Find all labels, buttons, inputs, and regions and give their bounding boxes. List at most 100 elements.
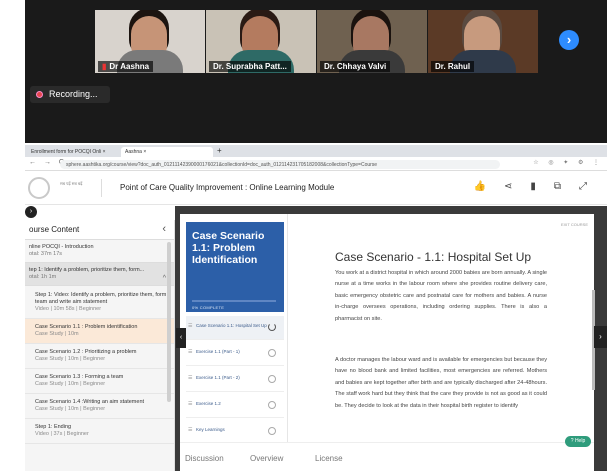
list-item[interactable]: Step 1: Video: Identify a problem, prior… — [25, 286, 174, 319]
section-title: tep 1: Identify a problem, prioritize th… — [29, 267, 145, 273]
outline-item-label: Exercise 1.1 (Part - 2) — [196, 375, 240, 380]
participant-name: Dr. Chhaya Valvi — [324, 62, 387, 71]
copy-icon[interactable]: ⧉ — [554, 181, 561, 192]
participant-tile[interactable]: ▮ Dr Aashna — [95, 10, 205, 73]
section-total: otal: 1h 1m — [29, 274, 57, 280]
thumbs-up-icon[interactable]: 👍 — [474, 181, 486, 192]
exit-course-link[interactable]: EXIT COURSE — [561, 222, 588, 227]
outline-item-label: Case Scenario 1.1: Hospital Set Up — [196, 323, 267, 328]
section-total: otal: 37m 17s — [29, 251, 63, 257]
outline-item[interactable]: ☰ Exercise 1.1 (Part - 2) — [186, 368, 284, 392]
progress-ring-icon — [268, 349, 276, 357]
chevron-up-icon[interactable]: ^ — [163, 275, 166, 282]
paragraph: A doctor manages the labour ward and is … — [335, 357, 547, 409]
tab-overview[interactable]: Overview — [250, 454, 283, 463]
list-item[interactable]: Case Scenario 1.4 :Writing an aim statem… — [25, 394, 174, 419]
participant-name: Dr. Suprabha Patt... — [213, 62, 287, 71]
zoom-meeting-strip: ▮ Dr Aashna Dr. Suprabha Patt... Dr. Chha… — [25, 0, 607, 143]
address-bar-row: ← → C ⌂ sphere.aashtika.org/course/view?… — [25, 157, 607, 171]
fullscreen-icon[interactable]: ⤢ — [579, 181, 587, 192]
outline-item-current[interactable]: ☰ Case Scenario 1.1: Hospital Set Up — [186, 316, 284, 340]
reading-pane: EXIT COURSE Case Scenario - 1.1: Hospita… — [292, 214, 592, 442]
sidebar-toggle-icon[interactable]: › — [25, 206, 37, 218]
progress-label: 0% COMPLETE — [192, 305, 225, 310]
doc-icon: ☰ — [188, 401, 193, 407]
outline-item[interactable]: ☰ Exercise 1.1 (Part - 1) — [186, 342, 284, 366]
item-title: Case Scenario 1.4 :Writing an aim statem… — [35, 399, 145, 405]
url-field[interactable]: sphere.aashtika.org/course/view?doc_auth… — [60, 160, 500, 169]
progress-bar — [192, 300, 276, 302]
outline-item[interactable]: ☰ Exercise 1.2 — [186, 394, 284, 418]
progress-ring-icon — [268, 427, 276, 435]
item-title: Case Scenario 1.2 : Prioritizing a probl… — [35, 349, 137, 355]
outline-item-label: Exercise 1.2 — [196, 401, 221, 406]
recording-label: Recording... — [49, 89, 98, 99]
lesson-title: Case Scenario 1.1: Problem Identificatio… — [192, 230, 265, 266]
item-title: Case Scenario 1.3 : Forming a team — [35, 374, 124, 380]
browser-tab-bar: Enrollment form for POCQI Onli × Aashna … — [25, 145, 607, 157]
outline-item[interactable]: ☰ Key Learnings — [186, 420, 284, 444]
sidebar-header: ourse Content ‹ — [25, 220, 174, 240]
participant-name: Dr. Rahul — [435, 62, 471, 71]
participant-name-tag: Dr. Chhaya Valvi — [320, 61, 391, 72]
tab-title: Enrollment form for POCQI Onli — [31, 149, 102, 155]
participant-tile[interactable]: Dr. Chhaya Valvi — [317, 10, 427, 73]
item-meta: Case Study | 10m | Beginner — [35, 381, 106, 387]
mic-muted-icon: ▮ — [102, 62, 107, 71]
section-intro[interactable]: nline POCQI - Introduction otal: 37m 17s — [25, 240, 174, 263]
logo-text: सब पढ़ें सब बढ़ें — [60, 181, 83, 186]
list-item[interactable]: Case Scenario 1.2 : Prioritizing a probl… — [25, 344, 174, 369]
help-button[interactable]: ? Help — [565, 436, 591, 447]
browser-tab-active[interactable]: Aashna × — [121, 147, 213, 157]
list-item[interactable]: Step 1: Ending Video | 37s | Beginner — [25, 419, 174, 444]
paragraph: You work at a district hospital in which… — [335, 270, 547, 322]
item-title: Step 1: Ending — [35, 424, 72, 430]
participant-name-tag: ▮ Dr Aashna — [98, 61, 154, 72]
tab-title: Aashna — [125, 149, 142, 155]
app-header: सब पढ़ें सब बढ़ें Point of Care Quality … — [25, 171, 607, 205]
item-title: Case Scenario 1.1 : Problem identificati… — [35, 324, 138, 330]
bookmark-icon[interactable]: ▮ — [530, 181, 536, 192]
item-meta: Case Study | 10m | Beginner — [35, 406, 106, 412]
chevron-right-icon[interactable]: › — [559, 30, 579, 50]
item-meta: Case Study | 10m — [35, 331, 79, 337]
participant-tile[interactable]: Dr. Rahul — [428, 10, 538, 73]
recording-indicator[interactable]: Recording... — [30, 86, 110, 103]
participant-name: Dr Aashna — [109, 62, 150, 71]
doc-icon: ☰ — [188, 323, 193, 329]
list-item-current[interactable]: Case Scenario 1.1 : Problem identificati… — [25, 319, 174, 344]
tab-license[interactable]: License — [315, 454, 343, 463]
participant-name-tag: Dr. Rahul — [431, 61, 475, 72]
bottom-tabs: Discussion Overview License — [180, 442, 594, 471]
progress-ring-icon — [268, 401, 276, 409]
section-title: nline POCQI - Introduction — [29, 244, 94, 250]
new-tab-button[interactable]: + — [217, 146, 222, 155]
tab-discussion[interactable]: Discussion — [185, 454, 224, 463]
outline-item-label: Exercise 1.1 (Part - 1) — [196, 349, 240, 354]
doc-icon: ☰ — [188, 427, 193, 433]
previous-arrow-icon[interactable]: ‹ — [176, 328, 186, 348]
item-meta: Video | 37s | Beginner — [35, 431, 89, 437]
page-title: Case Scenario - 1.1: Hospital Set Up — [335, 250, 532, 264]
record-icon — [36, 91, 43, 98]
progress-ring-icon — [268, 375, 276, 383]
item-title: Step 1: Video: Identify a problem, prior… — [35, 292, 167, 305]
next-arrow-icon[interactable]: › — [594, 326, 607, 348]
browser-tab[interactable]: Enrollment form for POCQI Onli × — [27, 147, 119, 157]
lesson-outline: Case Scenario 1.1: Problem Identificatio… — [180, 214, 288, 471]
doc-icon: ☰ — [188, 375, 193, 381]
help-label: Help — [574, 438, 586, 444]
section-step1[interactable]: tep 1: Identify a problem, prioritize th… — [25, 263, 174, 286]
extension-icons[interactable]: ☆ ◎ ✦ ⚙ ⋮ — [533, 159, 603, 166]
divider — [101, 179, 102, 197]
list-item[interactable]: Case Scenario 1.3 : Forming a team Case S… — [25, 369, 174, 394]
lesson-hero: Case Scenario 1.1: Problem Identificatio… — [186, 222, 284, 312]
participant-tile[interactable]: Dr. Suprabha Patt... — [206, 10, 316, 73]
sidebar-scrollbar[interactable] — [167, 242, 171, 402]
header-actions: 👍 ⋖ ▮ ⧉ ⤢ — [456, 181, 588, 192]
collapse-icon[interactable]: ‹ — [162, 223, 166, 235]
sidebar-title: ourse Content — [29, 225, 80, 234]
share-icon[interactable]: ⋖ — [504, 181, 512, 192]
logo-icon — [28, 177, 50, 199]
screen: ▮ Dr Aashna Dr. Suprabha Patt... Dr. Chha… — [0, 0, 607, 471]
